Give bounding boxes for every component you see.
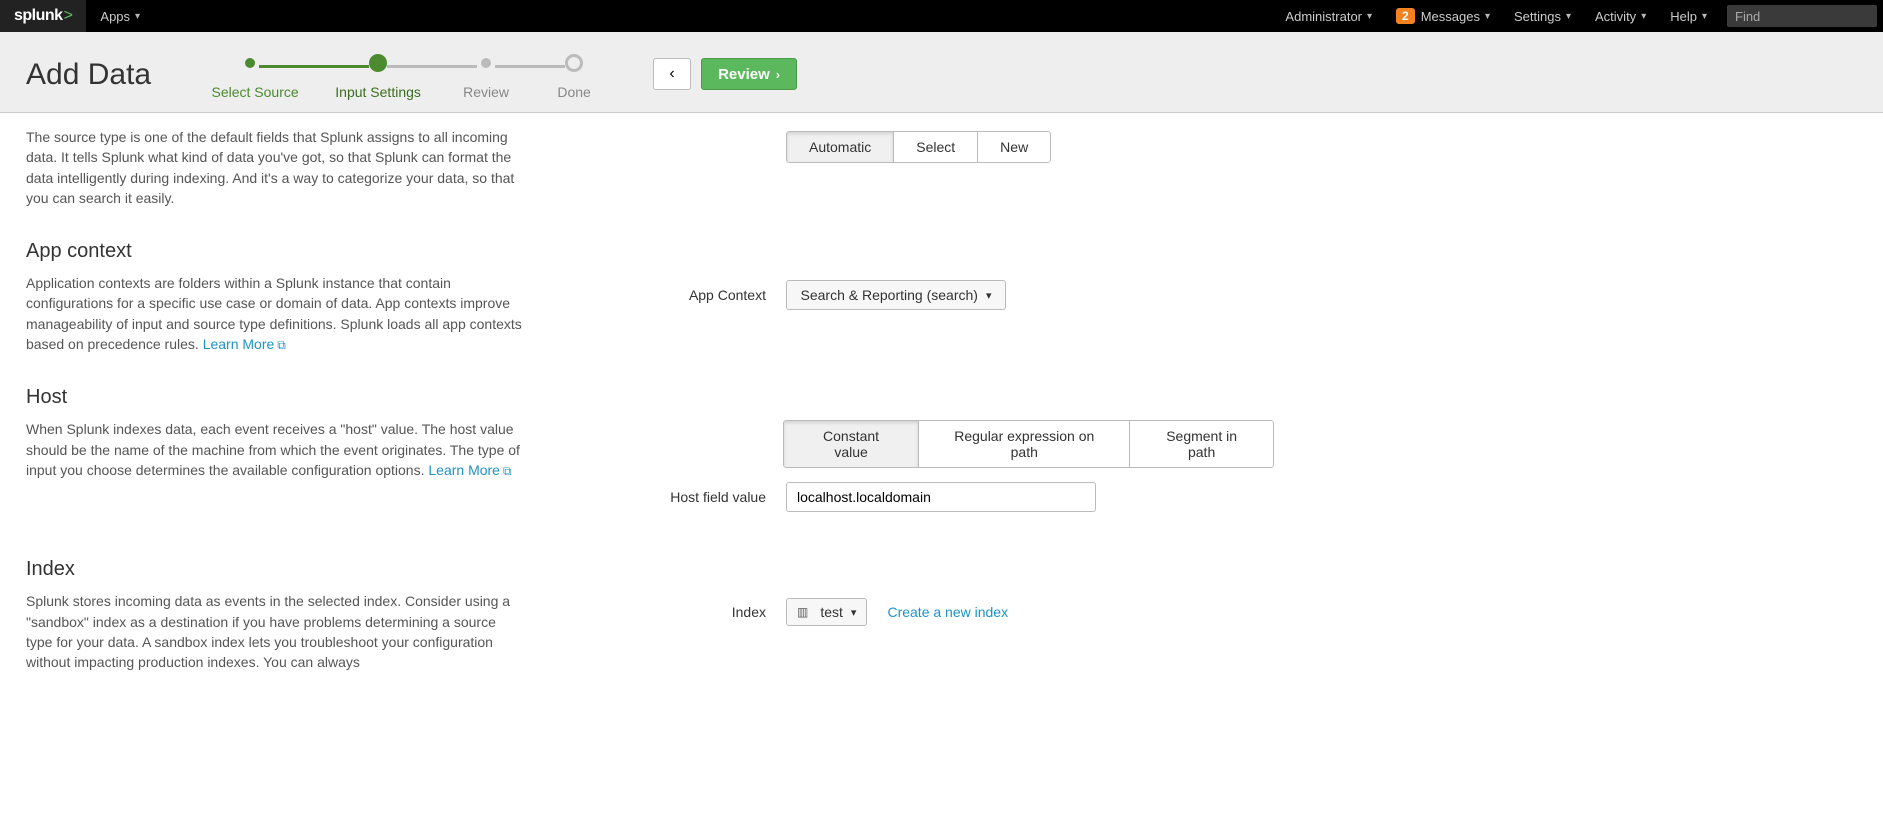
- chevron-right-icon: ›: [776, 67, 780, 82]
- step-dot-icon: [245, 58, 255, 68]
- apps-label: Apps: [100, 9, 130, 24]
- step-dot-icon: [369, 54, 387, 72]
- index-value: test: [820, 604, 843, 620]
- appcontext-title: App context: [26, 240, 526, 263]
- step-line: [495, 65, 535, 68]
- host-learn-more-link[interactable]: Learn More⧉: [428, 462, 511, 478]
- administrator-menu[interactable]: Administrator ▾: [1273, 0, 1384, 32]
- main-content: The source type is one of the default fi…: [0, 113, 1300, 745]
- step-line: [319, 65, 369, 68]
- chevron-down-icon: ▾: [1485, 11, 1490, 22]
- chevron-down-icon: ▾: [1566, 11, 1571, 22]
- chevron-down-icon: ▾: [1641, 11, 1646, 22]
- settings-label: Settings: [1514, 9, 1561, 24]
- chevron-down-icon: ▾: [1702, 11, 1707, 22]
- topbar: splunk> Apps ▾ Administrator ▾ 2 Messages…: [0, 0, 1883, 32]
- step-label: Review: [463, 84, 509, 100]
- appcontext-learn-more-link[interactable]: Learn More⧉: [203, 336, 286, 352]
- help-menu[interactable]: Help ▾: [1658, 0, 1719, 32]
- index-description: Splunk stores incoming data as events in…: [26, 591, 526, 672]
- section-appcontext: App context Application contexts are fol…: [26, 240, 1274, 354]
- step-label: Input Settings: [335, 84, 421, 100]
- step-dot-icon: [481, 58, 491, 68]
- review-button-label: Review: [718, 66, 770, 83]
- messages-menu[interactable]: 2 Messages ▾: [1384, 0, 1502, 32]
- appcontext-value: Search & Reporting (search): [801, 287, 978, 303]
- appcontext-dropdown[interactable]: Search & Reporting (search) ▾: [786, 280, 1006, 310]
- database-icon: ▥: [797, 605, 808, 619]
- external-link-icon: ⧉: [277, 338, 286, 352]
- find-input[interactable]: [1727, 5, 1877, 27]
- messages-label: Messages: [1421, 9, 1480, 24]
- index-dropdown[interactable]: ▥ test ▾: [786, 598, 867, 626]
- settings-menu[interactable]: Settings ▾: [1502, 0, 1583, 32]
- index-field-label: Index: [626, 604, 766, 620]
- step-line: [259, 65, 319, 68]
- wizard-stepper: Select Source Input Settings Review: [191, 48, 613, 100]
- host-title: Host: [26, 386, 526, 409]
- host-description: When Splunk indexes data, each event rec…: [26, 419, 526, 480]
- back-button[interactable]: ‹: [653, 58, 691, 90]
- host-constant-button[interactable]: Constant value: [783, 420, 920, 468]
- learn-more-label: Learn More: [203, 336, 275, 352]
- section-index: Index Splunk stores incoming data as eve…: [26, 558, 1274, 672]
- admin-label: Administrator: [1285, 9, 1362, 24]
- review-button[interactable]: Review ›: [701, 58, 797, 90]
- step-label: Done: [557, 84, 590, 100]
- section-sourcetype: The source type is one of the default fi…: [26, 127, 1274, 208]
- logo[interactable]: splunk>: [0, 0, 86, 32]
- learn-more-label: Learn More: [428, 462, 500, 478]
- sourcetype-select-button[interactable]: Select: [893, 131, 978, 163]
- step-select-source[interactable]: Select Source: [191, 54, 319, 100]
- sourcetype-new-button[interactable]: New: [977, 131, 1051, 163]
- activity-menu[interactable]: Activity ▾: [1583, 0, 1658, 32]
- wizard-header: Add Data Select Source Input Settings: [0, 32, 1883, 113]
- page-title: Add Data: [26, 48, 151, 92]
- host-regex-button[interactable]: Regular expression on path: [918, 420, 1130, 468]
- external-link-icon: ⧉: [503, 464, 512, 478]
- step-line: [437, 65, 477, 68]
- step-line: [535, 65, 565, 68]
- chevron-down-icon: ▾: [135, 11, 140, 22]
- chevron-down-icon: ▾: [1367, 11, 1372, 22]
- sourcetype-mode-group: Automatic Select New: [786, 131, 1051, 163]
- logo-caret-icon: >: [64, 7, 73, 25]
- host-segment-button[interactable]: Segment in path: [1129, 420, 1274, 468]
- sourcetype-description: The source type is one of the default fi…: [26, 127, 526, 208]
- chevron-left-icon: ‹: [669, 65, 674, 83]
- logo-text: splunk: [14, 7, 63, 25]
- apps-menu[interactable]: Apps ▾: [86, 0, 154, 32]
- messages-badge: 2: [1396, 8, 1415, 24]
- chevron-down-icon: ▾: [986, 289, 992, 302]
- step-line: [387, 65, 437, 68]
- help-label: Help: [1670, 9, 1697, 24]
- step-review: Review: [437, 54, 535, 100]
- section-host: Host When Splunk indexes data, each even…: [26, 386, 1274, 526]
- appcontext-field-label: App Context: [626, 287, 766, 303]
- activity-label: Activity: [1595, 9, 1636, 24]
- step-dot-icon: [565, 54, 583, 72]
- index-title: Index: [26, 558, 526, 581]
- appcontext-description: Application contexts are folders within …: [26, 273, 526, 354]
- step-label: Select Source: [212, 84, 299, 100]
- host-field-input[interactable]: [786, 482, 1096, 512]
- sourcetype-automatic-button[interactable]: Automatic: [786, 131, 894, 163]
- step-done: Done: [535, 54, 613, 100]
- create-new-index-link[interactable]: Create a new index: [887, 604, 1008, 620]
- wizard-actions: ‹ Review ›: [653, 48, 797, 90]
- host-mode-group: Constant value Regular expression on pat…: [783, 420, 1274, 468]
- chevron-down-icon: ▾: [851, 606, 857, 619]
- host-field-label: Host field value: [626, 489, 766, 505]
- step-input-settings[interactable]: Input Settings: [319, 54, 437, 100]
